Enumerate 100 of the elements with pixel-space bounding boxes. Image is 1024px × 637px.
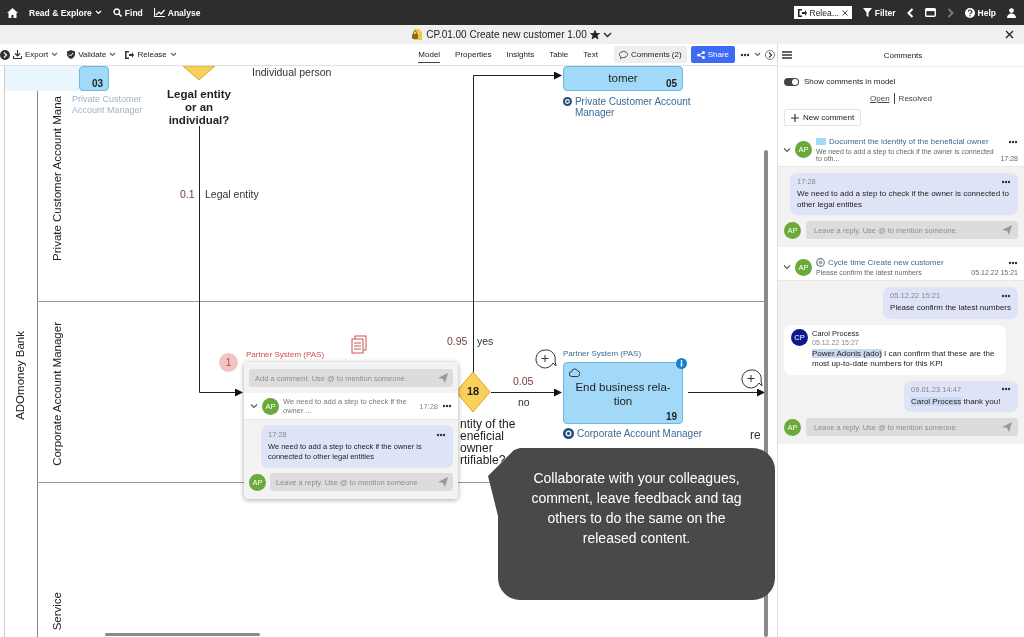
window-icon[interactable] [924,8,936,17]
toggle-switch[interactable] [784,77,799,86]
cloud-icon [569,368,580,377]
message-text: Please confirm the latest numbers [890,303,1011,314]
more-icon[interactable] [436,432,446,437]
toggle-label: Show comments in model [804,77,896,86]
more-icon[interactable] [1001,293,1011,298]
more-icon[interactable] [1001,387,1011,391]
comment-add-icon[interactable] [535,349,557,369]
probability-label: 0.1 [180,188,195,200]
probability-label: 0.95 [447,335,468,347]
caret-icon [754,52,761,57]
filter-button[interactable]: Filter [862,7,896,18]
gateway-diamond [455,371,491,413]
task-name: End business rela- tion [574,380,672,408]
flow-label: Individual person [252,66,332,78]
chevron-icon[interactable] [250,402,258,410]
filter-chip[interactable]: Relea... [793,6,852,19]
view-tab[interactable]: Text [583,46,598,63]
more-icon[interactable] [740,52,750,57]
caret-icon [94,10,102,15]
role-icon [563,428,574,439]
share-icon [696,50,705,59]
gateway-question: ntity of the eneficial owner rtifiable? [460,418,517,466]
more-icon[interactable] [1008,139,1018,144]
caret-icon [51,52,59,57]
lane-label: Private Customer Account Mana [51,96,63,261]
help-icon [964,7,975,18]
document-stack-icon [351,335,367,354]
horizontal-scrollbar[interactable] [105,633,260,636]
task-number: 05 [665,78,677,89]
message-text: Carol Process thank you! [911,396,1002,407]
chevron-icon[interactable] [783,145,791,154]
chip-label: Relea... [809,7,839,18]
close-icon[interactable] [841,9,848,16]
performer-label[interactable]: Corporate Account Manager [577,428,703,439]
lane-label: Service [51,592,63,631]
expand-handle-icon[interactable] [765,49,775,60]
thread-title[interactable]: Cycle time Create new customer [828,258,1005,267]
exit-icon [797,8,807,17]
document-lock-icon [412,29,424,40]
export-menu[interactable]: Export [13,50,59,59]
chevron-left-icon[interactable] [906,7,914,18]
more-icon[interactable] [442,404,452,408]
system-label: Partner System (PAS) [563,349,642,358]
view-tab[interactable]: Insights [506,46,535,63]
shield-icon [67,50,76,59]
connector-line [490,388,562,397]
new-comment-button[interactable]: New comment [784,109,862,126]
message-text: Power Adonis (ado) I can confirm that these are the most up-to-date numbers for this KPI [812,348,996,370]
task-number: 19 [665,411,677,422]
share-button[interactable]: Share [690,46,735,63]
view-tab[interactable]: Properties [455,46,492,63]
more-icon[interactable] [1001,179,1011,184]
view-tab[interactable]: Model [418,46,441,63]
view-tab[interactable]: Table [549,46,569,63]
caret-icon [109,52,117,57]
role-icon [563,96,572,107]
task-box[interactable]: 03 [79,66,109,91]
star-icon[interactable] [589,29,600,40]
gateway-question: Legal entity or an individual? [166,88,232,127]
close-icon[interactable] [1005,30,1014,39]
flow-label: re [750,428,761,442]
info-icon[interactable] [676,358,687,369]
task-name: tomer [607,71,639,85]
task-box[interactable]: tomer 05 [563,66,683,91]
validate-menu[interactable]: Validate [67,50,117,59]
flow-label: Legal entity [205,188,259,200]
speech-bubble-icon [618,50,628,59]
home-icon[interactable] [7,7,18,18]
system-label: Partner System (PAS) [246,350,325,359]
caret-down-icon[interactable] [602,31,612,38]
callout-text: Collaborate with your colleagues, comment, leave feedback and tag others to do the same on the released content. [530,469,743,548]
target-icon [816,258,825,267]
document-title: CP.01.00 Create new customer 1.00 [426,29,587,40]
find-button[interactable]: Find [112,7,143,18]
filter-tab[interactable]: Open [866,93,894,104]
performer-label[interactable]: Private Customer Account Manager [574,96,703,118]
panel-title: Comments [882,50,924,60]
thread-title[interactable]: Document the identity of the beneficial owner [829,137,1005,146]
filter-tab[interactable]: Resolved [893,93,936,104]
chevron-right-icon[interactable] [946,7,954,18]
user-icon[interactable] [1007,7,1016,18]
probability-label: 0.05 [513,375,534,387]
chevron-icon[interactable] [783,263,791,271]
menu-icon[interactable] [782,51,792,59]
help-button[interactable]: Help [964,7,996,18]
comments-button[interactable]: Comments (2) [613,46,687,63]
lane-label: Corporate Account Manager [51,322,63,466]
flow-label: yes [477,335,494,347]
line-chart-icon [153,8,165,17]
expand-handle-icon[interactable] [0,49,10,60]
pool-label: ADOmoney Bank [14,331,26,420]
message-text: We need to add a step to check if the owner is connected to other legal entities [797,189,1010,210]
task-icon [816,138,826,145]
explore-menu[interactable]: Read & Explore [29,7,102,18]
more-icon[interactable] [1008,260,1018,265]
comment-add-icon[interactable] [741,369,763,389]
analyse-button[interactable]: Analyse [153,7,201,18]
release-menu[interactable]: Release [125,50,177,59]
